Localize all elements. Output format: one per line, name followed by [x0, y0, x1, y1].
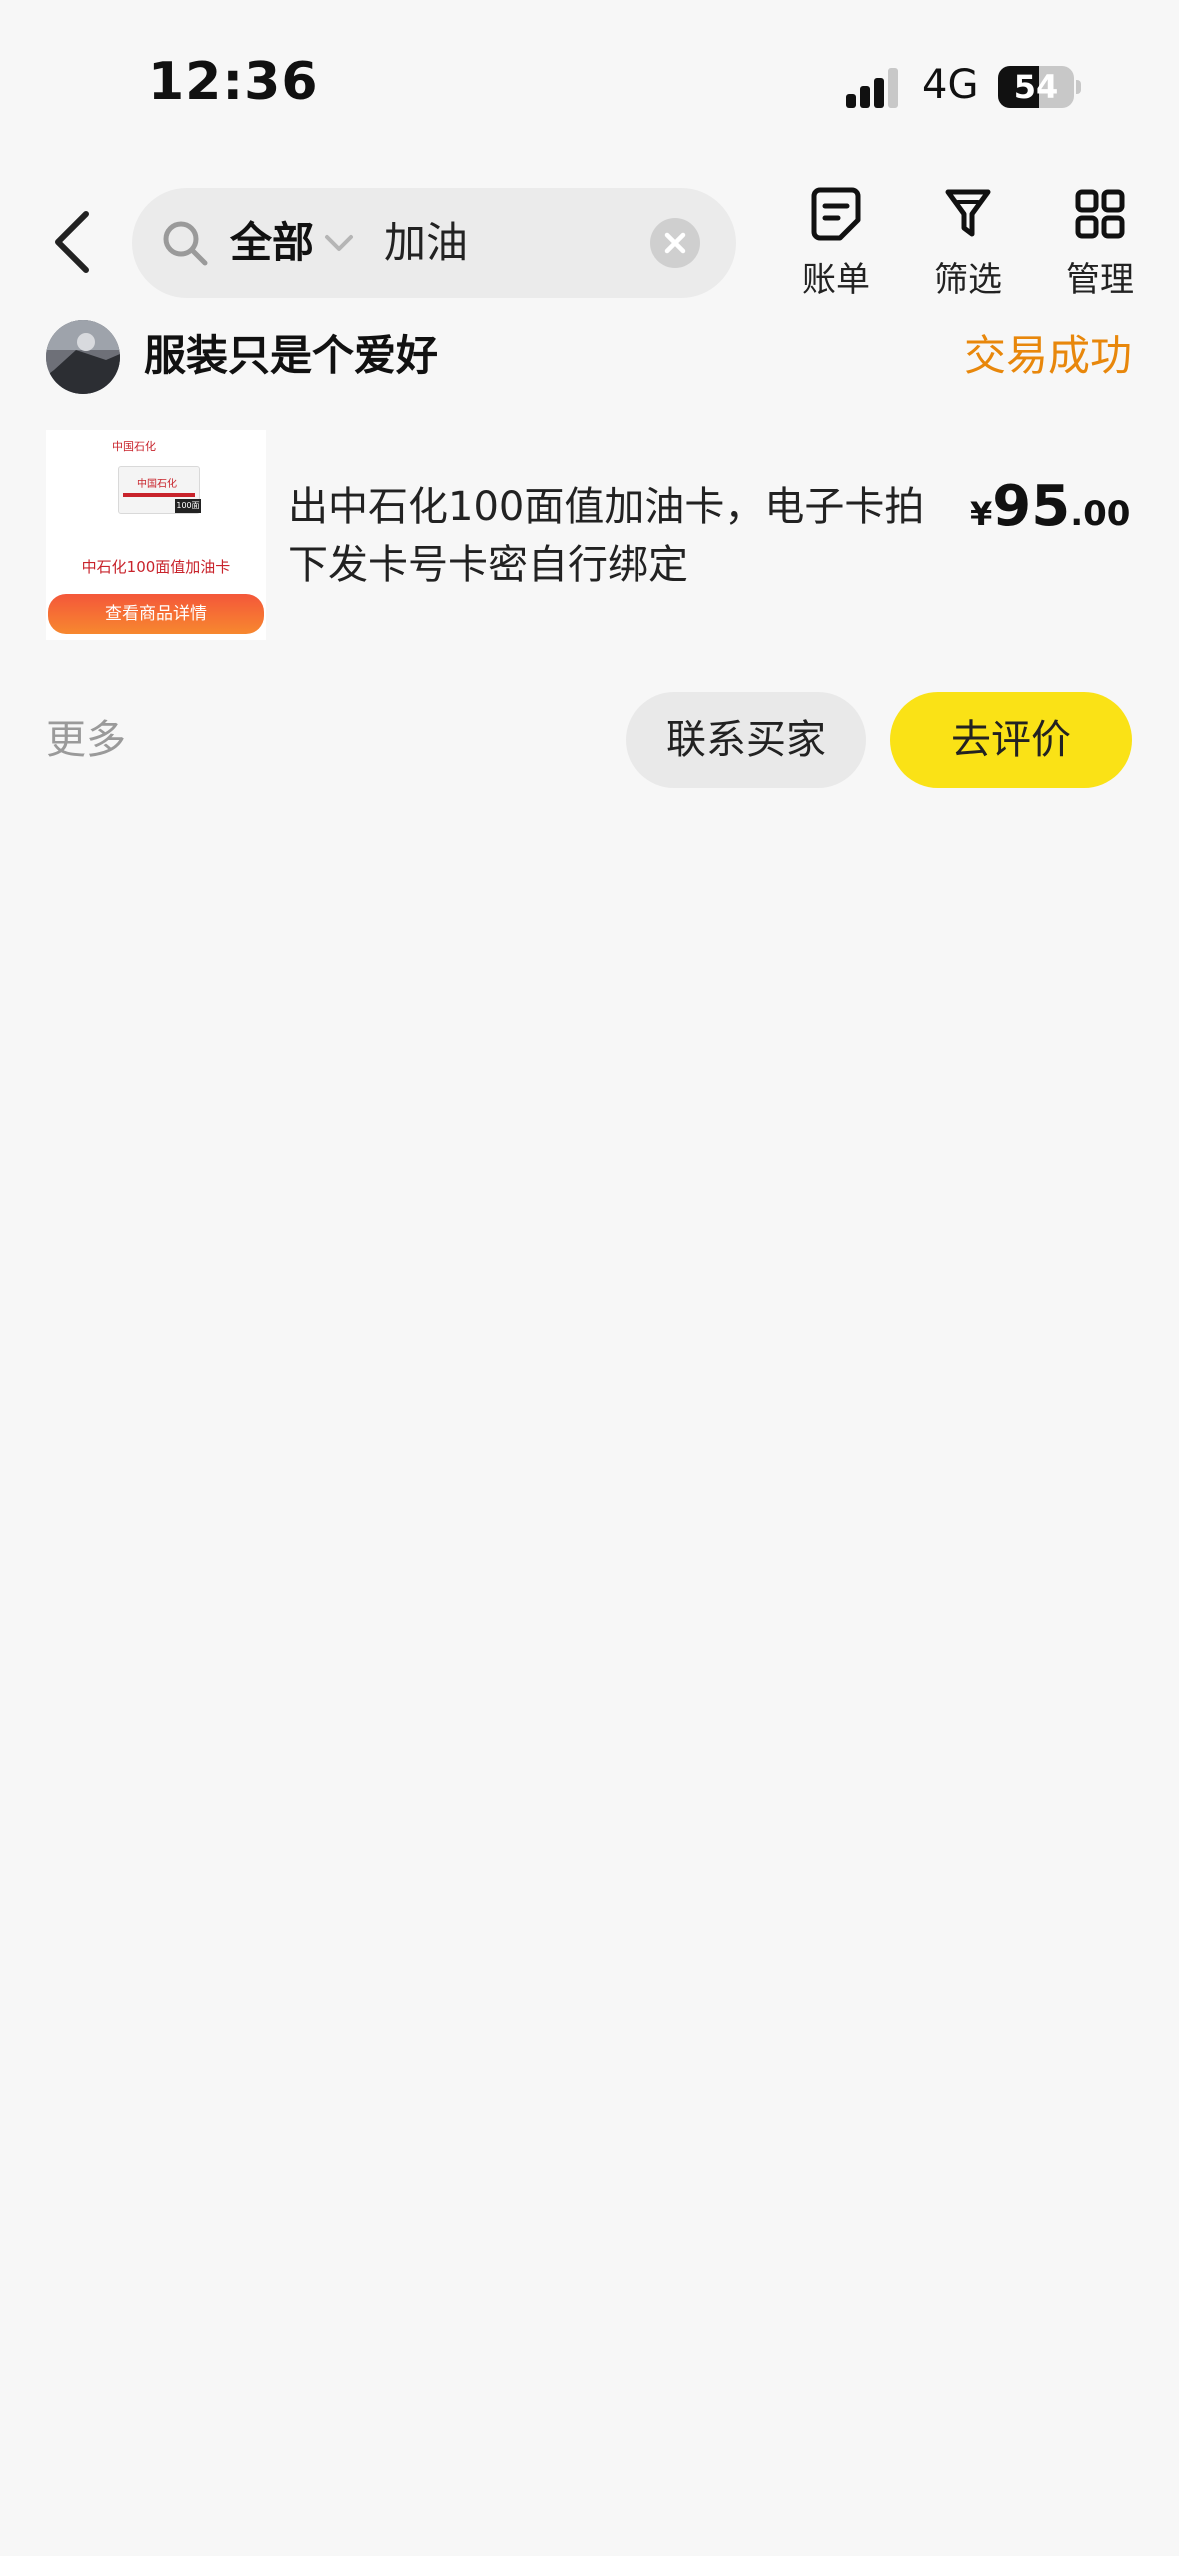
clear-search-button[interactable]: [650, 218, 700, 268]
thumbnail-caption: 中石化100面值加油卡: [81, 558, 231, 576]
price-integer: 95: [992, 474, 1071, 539]
grid-icon: [1075, 189, 1125, 239]
view-details-button[interactable]: 查看商品详情: [48, 594, 264, 634]
search-bar[interactable]: 全部 加油: [132, 188, 736, 298]
seller-name[interactable]: 服装只是个爱好: [144, 328, 438, 384]
bill-icon: [811, 187, 861, 241]
avatar-image: [46, 320, 120, 394]
card-tag: 100面值: [175, 499, 201, 524]
status-bar: 12:36 4G 54: [0, 0, 1179, 140]
signal-icon: [846, 68, 898, 108]
order-status: 交易成功: [963, 331, 1132, 380]
contact-buyer-button[interactable]: 联系买家: [626, 692, 866, 788]
search-icon: [163, 221, 208, 266]
bill-label: 账单: [802, 260, 870, 300]
product-thumbnail[interactable]: 中国石化 中国石化 100面值 中石化100面值加油卡 查看商品详情: [46, 430, 266, 640]
network-type: 4G: [922, 62, 979, 108]
price-currency: ¥: [970, 495, 993, 533]
gift-card-image: 中国石化 100面值: [118, 466, 201, 524]
battery-icon: 54: [998, 66, 1081, 108]
filter-button[interactable]: 筛选: [918, 186, 1018, 304]
manage-button[interactable]: 管理: [1050, 186, 1150, 304]
search-input[interactable]: 加油: [384, 216, 468, 270]
bill-button[interactable]: 账单: [786, 186, 886, 304]
filter-icon: [945, 189, 991, 237]
manage-label: 管理: [1066, 260, 1134, 300]
order-price: ¥95.00: [970, 474, 1130, 539]
filter-label: 筛选: [934, 260, 1002, 300]
search-scope-selector[interactable]: 全部: [230, 216, 314, 270]
thumbnail-brand: 中国石化: [112, 440, 156, 453]
card-title: 中国石化: [137, 479, 177, 490]
product-title[interactable]: 出中石化100面值加油卡，电子卡拍下发卡号卡密自行绑定: [288, 478, 958, 594]
seller-avatar[interactable]: [46, 320, 120, 394]
price-decimal: .00: [1070, 494, 1131, 534]
battery-level: 54: [1013, 68, 1059, 106]
back-icon[interactable]: [46, 206, 106, 278]
chevron-down-icon[interactable]: [322, 228, 356, 258]
close-icon: [664, 232, 686, 254]
review-button[interactable]: 去评价: [890, 692, 1132, 788]
status-time: 12:36: [148, 52, 319, 112]
more-button[interactable]: 更多: [46, 712, 126, 768]
